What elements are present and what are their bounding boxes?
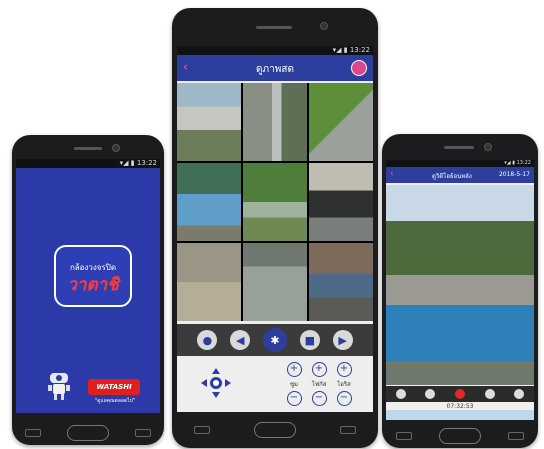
page-title: ดูวิดีโอย้อนหลัง [432, 173, 472, 180]
app-bar: ‹ ดูวิดีโอย้อนหลัง 2018-5-17 [386, 167, 534, 183]
control-bar: ● ◀ ✱ ■ ▶ [177, 324, 373, 356]
iris-close-button[interactable]: − [336, 391, 352, 406]
back-key[interactable] [340, 426, 356, 434]
app-logo: กล้องวงจรปิด วาตาชิ [54, 245, 132, 307]
focus-in-button[interactable]: + [311, 362, 327, 377]
back-key[interactable] [135, 429, 151, 437]
camera-tile-3[interactable] [309, 83, 373, 161]
recent-apps-key[interactable] [194, 426, 210, 434]
speaker-mute-icon[interactable]: ◀ [230, 330, 251, 350]
microphone-icon[interactable] [395, 389, 406, 399]
focus-control: + โฟกัส − [308, 362, 330, 406]
ptz-direction-pad-icon[interactable] [199, 366, 233, 400]
speaker-icon[interactable] [425, 389, 436, 399]
front-camera [484, 143, 492, 151]
phone-center: ▾◢ ▮ 13:22 ‹ ดูภาพสด ● ◀ ✱ ■ ▶ + ซูม − +… [172, 8, 378, 448]
speaker-grille [74, 147, 102, 150]
playback-controls [386, 386, 534, 402]
brand-badge: WATASHI [88, 379, 140, 395]
menu-icon[interactable] [351, 60, 367, 76]
home-button[interactable] [438, 428, 481, 444]
record-icon[interactable] [454, 389, 465, 399]
brand-tagline: "ดูแลคุณตลอดไป" [94, 398, 136, 404]
status-bar: ▾◢ ▮ 13:22 [177, 46, 373, 55]
phone-right: ▾◢ ▮ 13:22 ‹ ดูวิดีโอย้อนหลัง 2018-5-17 … [382, 134, 538, 448]
playback-time: 07:32:53 [446, 403, 474, 410]
focus-label: โฟกัส [311, 381, 327, 388]
iris-label: ไอริส [337, 381, 351, 388]
camera-tile-9[interactable] [309, 243, 373, 321]
camera-tile-4[interactable] [177, 163, 241, 241]
hardware-keys [382, 428, 538, 444]
robot-camera-mascot-icon [48, 373, 70, 400]
microphone-icon[interactable]: ● [197, 330, 218, 350]
hardware-keys [12, 425, 164, 441]
front-camera [320, 22, 328, 30]
camera-tile-6[interactable] [309, 163, 373, 241]
page-title: ดูภาพสด [256, 64, 294, 75]
recent-apps-key[interactable] [395, 432, 412, 440]
speaker-grille [444, 146, 474, 149]
speaker-grille [256, 26, 292, 29]
settings-icon[interactable]: ✱ [262, 328, 287, 352]
camera-tile-2[interactable] [243, 83, 307, 161]
back-key[interactable] [508, 432, 525, 440]
camera-grid [177, 83, 373, 321]
snapshot-icon[interactable]: ■ [299, 330, 320, 350]
recent-apps-key[interactable] [25, 429, 41, 437]
camera-tile-5[interactable] [243, 163, 307, 241]
camera-tile-1[interactable] [177, 83, 241, 161]
hardware-keys [172, 422, 378, 438]
logo-main-text: วาตาชิ [67, 275, 119, 295]
zoom-out-button[interactable]: − [286, 391, 302, 406]
snapshot-icon[interactable] [484, 389, 495, 399]
zoom-control: + ซูม − [283, 362, 305, 406]
back-arrow-icon[interactable]: ‹ [390, 169, 394, 179]
zoom-label: ซูม [289, 381, 299, 388]
home-button[interactable] [67, 425, 109, 441]
phone-left: ▾◢ ▮ 13:22 กล้องวงจรปิด วาตาชิ WATASHI "… [12, 135, 164, 445]
live-view-screen: ▾◢ ▮ 13:22 ‹ ดูภาพสด ● ◀ ✱ ■ ▶ + ซูม − +… [177, 46, 373, 412]
focus-out-button[interactable]: − [311, 391, 327, 406]
iris-control: + ไอริส − [333, 362, 355, 406]
playback-video[interactable] [386, 185, 534, 385]
playback-screen: ▾◢ ▮ 13:22 ‹ ดูวิดีโอย้อนหลัง 2018-5-17 … [386, 160, 534, 420]
splash-screen: ▾◢ ▮ 13:22 กล้องวงจรปิด วาตาชิ WATASHI "… [16, 159, 160, 413]
status-bar: ▾◢ ▮ 13:22 [386, 160, 534, 167]
status-bar: ▾◢ ▮ 13:22 [16, 159, 160, 168]
home-button[interactable] [254, 422, 296, 438]
camera-tile-8[interactable] [243, 243, 307, 321]
timeline-scrubber[interactable] [386, 410, 534, 420]
front-camera [112, 144, 120, 152]
camera-tile-7[interactable] [177, 243, 241, 321]
zoom-in-button[interactable]: + [286, 362, 302, 377]
record-video-icon[interactable]: ▶ [332, 330, 353, 350]
date-label[interactable]: 2018-5-17 [499, 171, 530, 178]
iris-open-button[interactable]: + [336, 362, 352, 377]
app-bar: ‹ ดูภาพสด [177, 55, 373, 81]
video-icon[interactable] [514, 389, 525, 399]
